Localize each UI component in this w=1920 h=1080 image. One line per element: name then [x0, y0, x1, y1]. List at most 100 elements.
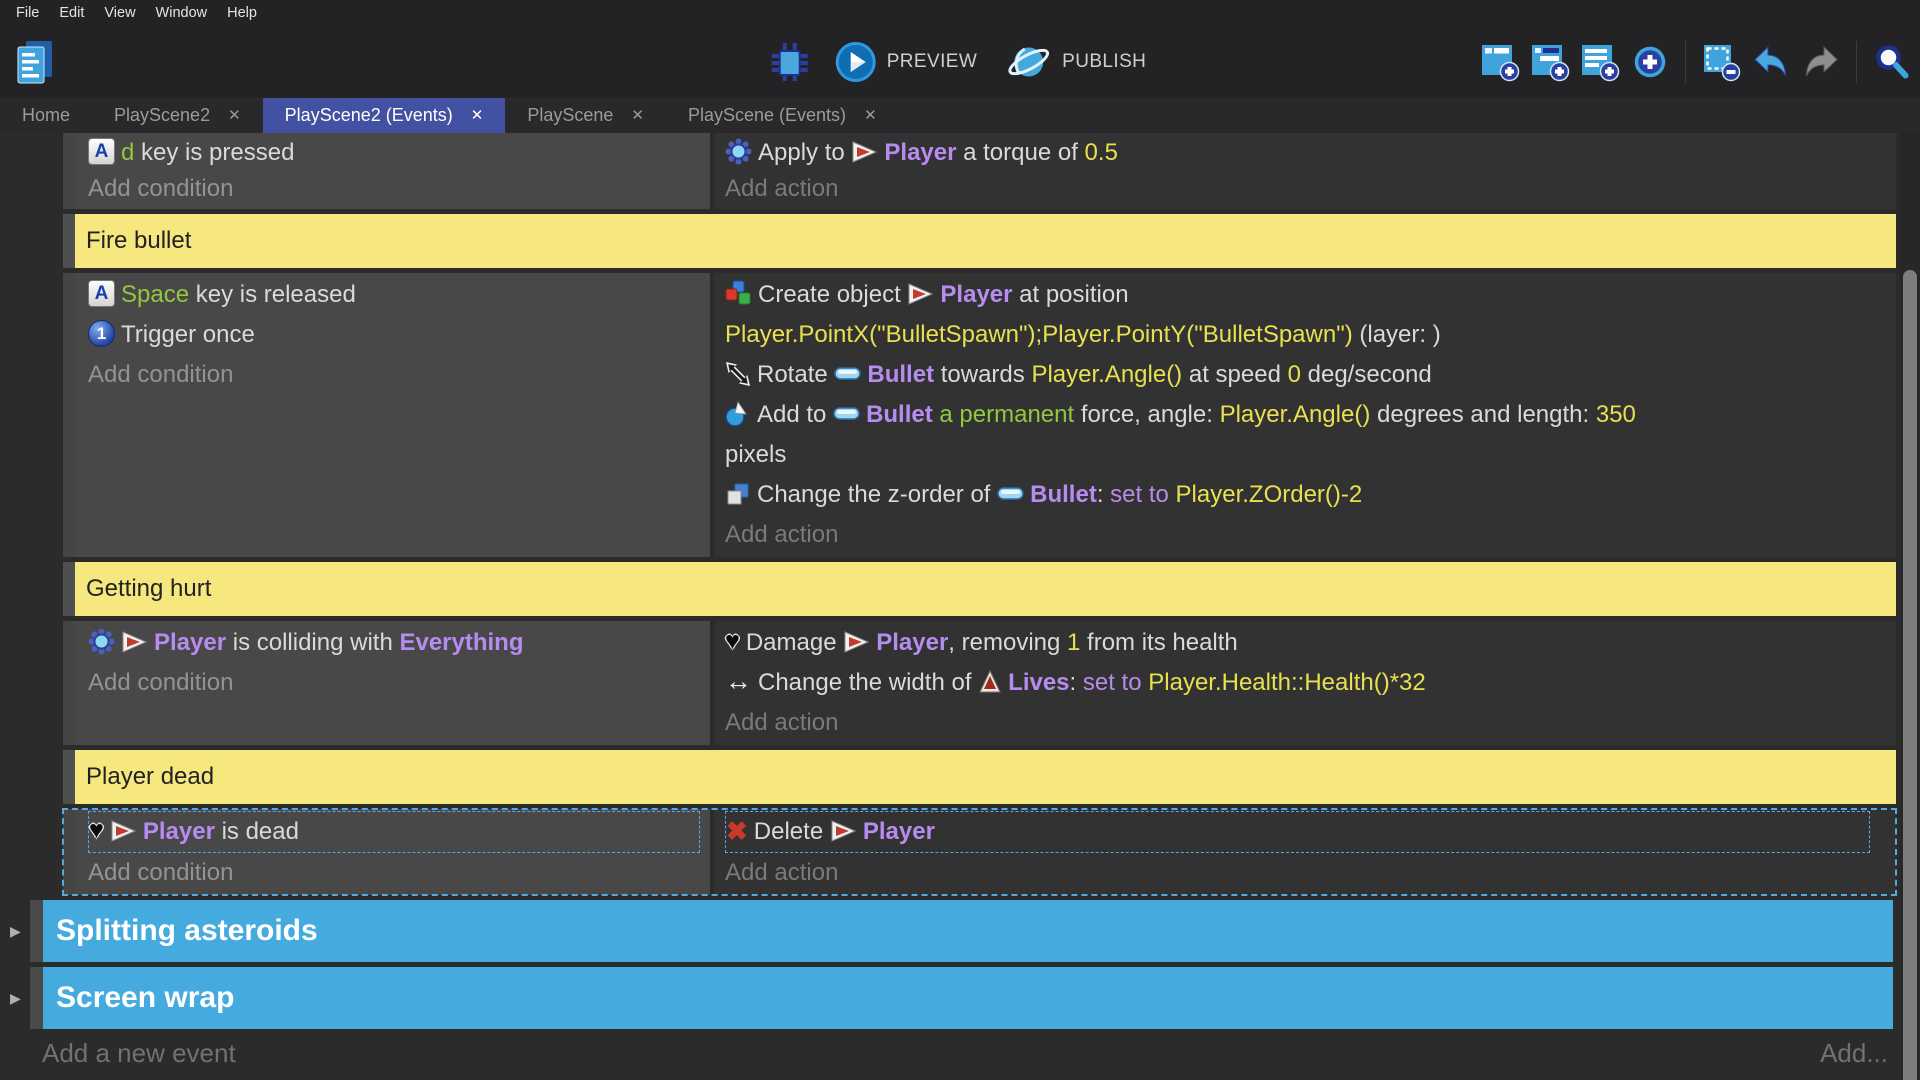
- add-condition-link[interactable]: Add condition: [88, 663, 710, 703]
- tab-playscene-events[interactable]: PlayScene (Events)✕: [666, 98, 899, 133]
- add-subevent-icon[interactable]: [1530, 42, 1570, 82]
- actions-cell[interactable]: ♥Damage Player, removing 1 from its heal…: [714, 621, 1896, 745]
- conditions-cell[interactable]: Player is colliding with EverythingAdd c…: [75, 621, 710, 745]
- condition[interactable]: Ad key is pressed: [88, 135, 710, 171]
- publish-label: PUBLISH: [1062, 51, 1146, 73]
- comment-row[interactable]: Fire bullet: [63, 214, 1896, 268]
- group-title[interactable]: Screen wrap: [43, 967, 1893, 1029]
- lives-icon: [978, 670, 1002, 694]
- add-action-link[interactable]: Add action: [725, 171, 1880, 207]
- event-handle[interactable]: [63, 273, 75, 557]
- condition[interactable]: Player is colliding with Everything: [88, 623, 710, 663]
- redo-icon[interactable]: [1801, 42, 1841, 82]
- condition[interactable]: ♥Player is dead: [88, 811, 700, 853]
- add-action-link[interactable]: Add action: [725, 703, 1880, 743]
- menu-item-edit[interactable]: Edit: [49, 5, 94, 21]
- chevron-right-icon[interactable]: ▶: [10, 991, 21, 1005]
- action[interactable]: Change the z-order of Bullet: set to Pla…: [725, 475, 1880, 515]
- condition[interactable]: 1Trigger once: [88, 315, 710, 355]
- actions-cell[interactable]: ✖Delete PlayerAdd action: [714, 809, 1896, 895]
- event-group-row[interactable]: ▶ Screen wrap: [0, 967, 1896, 1029]
- add-event-icon[interactable]: [1480, 42, 1520, 82]
- actions-cell[interactable]: Create object Player at position Player.…: [714, 273, 1896, 557]
- expression-text: Player.Health::Health()*32: [1148, 669, 1425, 696]
- comment-text[interactable]: Player dead: [75, 750, 1896, 804]
- tab-close-icon[interactable]: ✕: [228, 108, 241, 123]
- comment-text[interactable]: Fire bullet: [75, 214, 1896, 268]
- group-title[interactable]: Splitting asteroids: [43, 900, 1893, 962]
- toolbar-center: PREVIEW PUBLISH: [768, 26, 1153, 98]
- action[interactable]: Rotate Bullet towards Player.Angle() at …: [725, 355, 1880, 395]
- search-icon[interactable]: [1872, 42, 1912, 82]
- event-row[interactable]: ASpace key is released1Trigger onceAdd c…: [63, 273, 1896, 557]
- event-row[interactable]: ♥Player is deadAdd condition✖Delete Play…: [63, 809, 1896, 895]
- instruction-text: Apply to: [758, 139, 851, 166]
- menu-item-help[interactable]: Help: [217, 5, 267, 21]
- event-handle[interactable]: [63, 809, 75, 895]
- event-handle[interactable]: [63, 214, 75, 268]
- add-action-link[interactable]: Add action: [725, 515, 1880, 555]
- action[interactable]: Apply to Player a torque of 0.5: [725, 135, 1880, 171]
- scrollbar-thumb[interactable]: [1903, 270, 1917, 1080]
- add-comment-icon[interactable]: [1580, 42, 1620, 82]
- add-condition-link[interactable]: Add condition: [88, 355, 710, 395]
- delete-selection-icon[interactable]: [1701, 42, 1741, 82]
- action[interactable]: Add to Bullet a permanent force, angle: …: [725, 395, 1880, 475]
- actions-cell[interactable]: Apply to Player a torque of 0.5Add actio…: [714, 133, 1896, 209]
- event-handle[interactable]: [63, 133, 75, 209]
- object-text: Lives: [1008, 669, 1069, 696]
- gdevelop-window: FileEditViewWindowHelp PREVIEW PUBLISH H…: [0, 0, 1920, 1080]
- add-new-event-link[interactable]: Add a new event: [42, 1038, 236, 1069]
- tab-close-icon[interactable]: ✕: [471, 108, 484, 123]
- instruction-text: Create object: [758, 281, 907, 308]
- event-handle[interactable]: [63, 562, 75, 616]
- menu-item-file[interactable]: File: [6, 5, 49, 21]
- menu-item-window[interactable]: Window: [146, 5, 218, 21]
- publish-button[interactable]: PUBLISH: [999, 39, 1152, 85]
- object-text: Everything: [399, 629, 523, 656]
- add-circle-icon[interactable]: [1630, 42, 1670, 82]
- comment-text[interactable]: Getting hurt: [75, 562, 1896, 616]
- comment-row[interactable]: Getting hurt: [63, 562, 1896, 616]
- action[interactable]: ✖Delete Player: [725, 811, 1870, 853]
- tab-playscene2[interactable]: PlayScene2✕: [92, 98, 263, 133]
- group-handle[interactable]: [30, 967, 43, 1029]
- object-text: Bullet: [866, 401, 933, 428]
- comment-row[interactable]: Player dead: [63, 750, 1896, 804]
- tab-playscene2-events[interactable]: PlayScene2 (Events)✕: [263, 98, 506, 133]
- conditions-cell[interactable]: ASpace key is released1Trigger onceAdd c…: [75, 273, 710, 557]
- physics-icon: [725, 138, 752, 165]
- event-row[interactable]: Player is colliding with EverythingAdd c…: [63, 621, 1896, 745]
- object-text: Bullet: [1030, 481, 1097, 508]
- add-action-link[interactable]: Add action: [725, 853, 1880, 893]
- conditions-cell[interactable]: Ad key is pressedAdd condition: [75, 133, 710, 209]
- condition[interactable]: ASpace key is released: [88, 275, 710, 315]
- instruction-text: is colliding with: [226, 629, 399, 656]
- event-handle[interactable]: [63, 750, 75, 804]
- debugger-icon[interactable]: [768, 40, 812, 84]
- project-manager-icon[interactable]: [14, 39, 56, 85]
- add-condition-link[interactable]: Add condition: [88, 853, 710, 893]
- tab-close-icon[interactable]: ✕: [864, 108, 877, 123]
- menu-bar: FileEditViewWindowHelp: [0, 0, 1920, 26]
- object-text: Bullet: [867, 361, 934, 388]
- tab-playscene[interactable]: PlayScene✕: [505, 98, 666, 133]
- action[interactable]: Create object Player at position Player.…: [725, 275, 1880, 355]
- add-more-link[interactable]: Add...: [1820, 1038, 1888, 1069]
- tab-home[interactable]: Home: [0, 98, 92, 133]
- menu-item-view[interactable]: View: [94, 5, 145, 21]
- action[interactable]: ↔Change the width of Lives: set to Playe…: [725, 663, 1880, 703]
- event-row[interactable]: Ad key is pressedAdd conditionApply to P…: [63, 133, 1896, 209]
- event-handle[interactable]: [63, 621, 75, 745]
- event-group-row[interactable]: ▶ Splitting asteroids: [0, 900, 1896, 962]
- object-text: Player: [884, 139, 956, 166]
- conditions-cell[interactable]: ♥Player is deadAdd condition: [75, 809, 710, 895]
- chevron-right-icon[interactable]: ▶: [10, 924, 21, 938]
- action[interactable]: ♥Damage Player, removing 1 from its heal…: [725, 623, 1880, 663]
- tab-close-icon[interactable]: ✕: [631, 108, 644, 123]
- add-condition-link[interactable]: Add condition: [88, 171, 710, 207]
- undo-icon[interactable]: [1751, 42, 1791, 82]
- expression-text: 350: [1596, 401, 1636, 428]
- group-handle[interactable]: [30, 900, 43, 962]
- preview-button[interactable]: PREVIEW: [828, 39, 983, 85]
